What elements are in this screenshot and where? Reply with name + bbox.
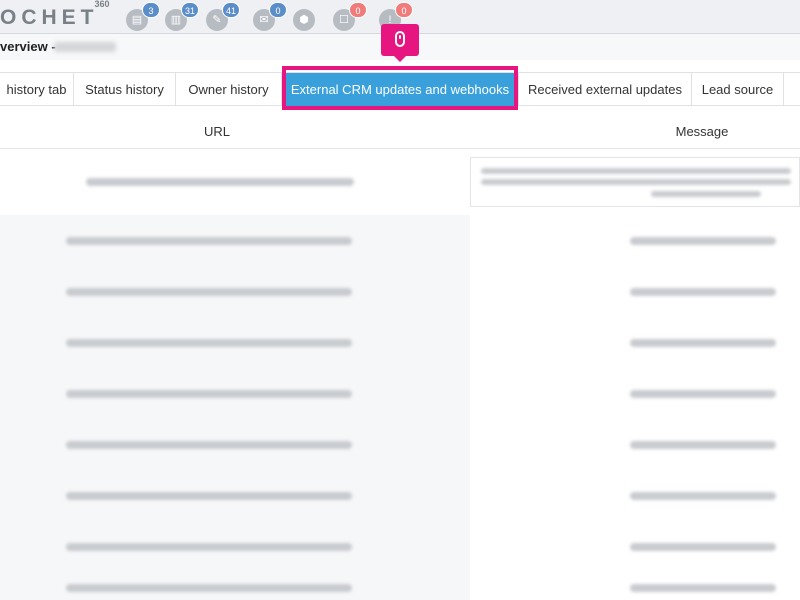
redacted-name xyxy=(54,42,116,52)
url-cell xyxy=(86,178,354,186)
url-cell xyxy=(66,390,352,398)
message-cell xyxy=(630,543,776,551)
table-row[interactable] xyxy=(0,266,800,317)
notification-badge: 31 xyxy=(180,2,199,18)
box-icon[interactable]: ⬢ xyxy=(293,9,315,31)
notification-badge: 0 xyxy=(349,2,367,18)
notification-badge: 0 xyxy=(395,2,413,18)
table-row[interactable] xyxy=(0,572,800,600)
file-icon[interactable]: ▥ 31 xyxy=(165,2,199,31)
url-cell xyxy=(66,441,352,449)
url-cell xyxy=(66,492,352,500)
table-row[interactable] xyxy=(0,215,800,266)
app-logo[interactable]: OCHET360 xyxy=(0,0,114,30)
message-cell xyxy=(630,584,776,592)
tab-highlight-frame xyxy=(282,66,518,110)
message-cell xyxy=(630,492,776,500)
url-cell xyxy=(66,288,352,296)
mail-icon[interactable]: ✉ 0 xyxy=(253,2,287,31)
tab-status-history[interactable]: Status history xyxy=(74,73,176,106)
column-header-message[interactable]: Message xyxy=(470,106,800,148)
url-cell xyxy=(66,584,352,592)
mouse-icon xyxy=(395,31,405,47)
url-cell xyxy=(66,339,352,347)
message-cell xyxy=(630,390,776,398)
message-cell xyxy=(630,339,776,347)
notification-badge: 0 xyxy=(269,2,287,18)
chat-icon[interactable]: ✎ 41 xyxy=(206,2,240,31)
table-row[interactable] xyxy=(0,470,800,521)
document-icon[interactable]: ▤ 3 xyxy=(126,2,160,31)
message-cell xyxy=(630,441,776,449)
url-cell xyxy=(66,543,352,551)
notification-badge: 41 xyxy=(221,2,240,18)
message-cell xyxy=(630,237,776,245)
click-hint-tooltip xyxy=(381,24,419,62)
table-row[interactable] xyxy=(0,149,800,215)
tab-owner-history[interactable]: Owner history xyxy=(176,73,282,106)
message-cell xyxy=(630,288,776,296)
page-title: verview - xyxy=(0,39,56,54)
tab-lead-source[interactable]: Lead source xyxy=(692,73,784,106)
table-row[interactable] xyxy=(0,419,800,470)
tab-received-external-updates[interactable]: Received external updates xyxy=(518,73,692,106)
table-row[interactable] xyxy=(0,521,800,572)
speech-icon[interactable]: ☐ 0 xyxy=(333,2,367,31)
url-cell xyxy=(66,237,352,245)
column-header-url[interactable]: URL xyxy=(30,106,404,148)
table-row[interactable] xyxy=(0,317,800,368)
tab-history[interactable]: history tab xyxy=(0,73,74,106)
notification-badge: 3 xyxy=(142,2,160,18)
message-cell xyxy=(470,157,800,207)
table-row[interactable] xyxy=(0,368,800,419)
